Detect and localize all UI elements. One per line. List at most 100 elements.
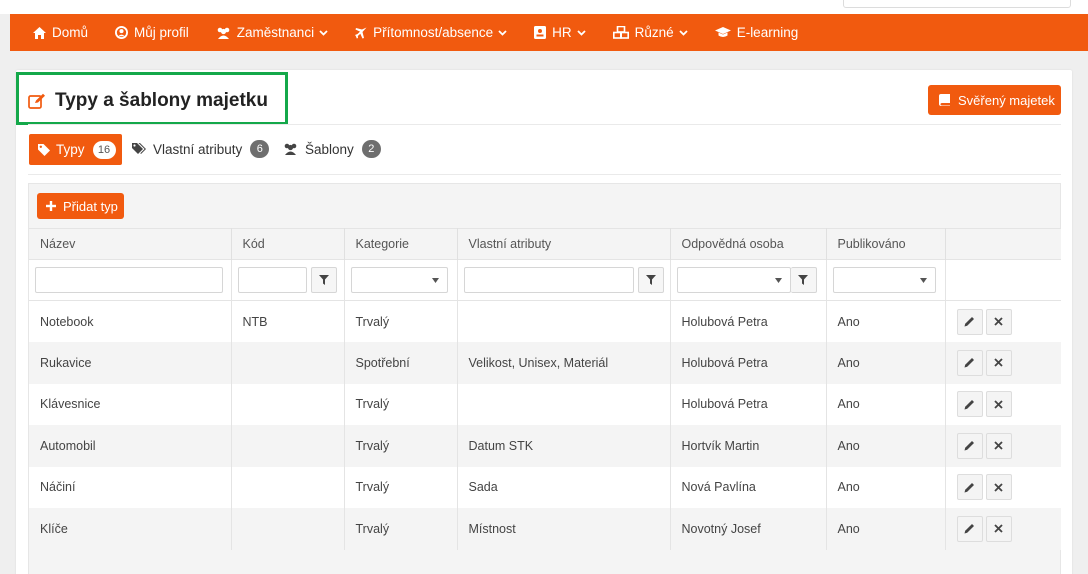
cell-name: Náčiní — [29, 466, 232, 508]
table-row: Klíče Trvalý Místnost Novotný Josef Ano — [29, 508, 1061, 550]
cell-code: NTB — [231, 300, 345, 342]
cell-actions — [945, 383, 1061, 425]
column-header-published[interactable]: Publikováno — [826, 228, 946, 260]
count-badge: 2 — [361, 140, 381, 158]
column-header-custom-attributes[interactable]: Vlastní atributy — [457, 228, 671, 260]
caret-down-icon — [774, 277, 782, 283]
chevron-down-icon — [679, 29, 688, 36]
add-type-button[interactable]: Přidat typ — [37, 193, 124, 219]
column-header-category[interactable]: Kategorie — [344, 228, 458, 260]
tag-icon — [38, 143, 50, 156]
nav-item-label: Můj profil — [134, 25, 189, 40]
delete-button[interactable] — [985, 391, 1012, 418]
cell-code — [231, 466, 345, 508]
nav-item-profile[interactable]: Můj profil — [115, 25, 189, 40]
tab-label: Typy — [56, 142, 85, 157]
nav-item-misc[interactable]: Různé — [612, 25, 688, 40]
nav-item-label: Domů — [52, 25, 89, 40]
filter-person-button[interactable] — [790, 267, 817, 293]
cell-name: Klíče — [29, 508, 232, 550]
edit-button[interactable] — [956, 432, 983, 459]
caret-down-icon — [431, 277, 439, 283]
table-row: Rukavice Spotřební Velikost, Unisex, Mater… — [29, 342, 1061, 384]
home-icon — [33, 26, 46, 39]
edit-button[interactable] — [956, 349, 983, 376]
delete-button[interactable] — [985, 515, 1012, 542]
filter-code-input[interactable] — [237, 267, 307, 293]
cell-published: Ano — [826, 425, 946, 467]
close-icon — [994, 483, 1003, 492]
entrusted-assets-button[interactable]: Svěřený majetek — [928, 85, 1061, 115]
pencil-icon — [964, 317, 974, 327]
pencil-icon — [964, 441, 974, 451]
nav-item-employees[interactable]: Zaměstnanci — [216, 25, 328, 40]
filter-icon — [318, 275, 329, 285]
edit-button[interactable] — [956, 308, 983, 335]
cell-published: Ano — [826, 300, 946, 342]
nav-item-label: Různé — [634, 25, 674, 40]
cell-code — [231, 508, 345, 550]
filter-attributes-input[interactable] — [463, 267, 634, 293]
delete-button[interactable] — [985, 474, 1012, 501]
filter-code-button[interactable] — [310, 267, 337, 293]
column-header-responsible-person[interactable]: Odpovědná osoba — [670, 228, 827, 260]
edit-icon — [28, 93, 45, 109]
delete-button[interactable] — [985, 308, 1012, 335]
page-title-text: Typy a šablony majetku — [55, 90, 268, 111]
cell-published: Ano — [826, 466, 946, 508]
count-badge: 6 — [250, 140, 270, 158]
nav-item-attendance[interactable]: Přítomnost/absence — [355, 25, 507, 40]
cell-name: Rukavice — [29, 342, 232, 384]
edit-button[interactable] — [956, 391, 983, 418]
cell-category: Spotřební — [344, 342, 458, 384]
cell-category: Trvalý — [344, 300, 458, 342]
filter-icon — [798, 275, 808, 285]
cell-published: Ano — [826, 508, 946, 550]
tab-types[interactable]: Typy 16 — [29, 134, 122, 165]
pencil-icon — [964, 482, 974, 493]
table-row: Notebook NTB Trvalý Holubová Petra Ano — [29, 300, 1061, 342]
filter-person-select[interactable] — [676, 267, 791, 293]
divider — [28, 124, 1061, 125]
cell-actions — [945, 425, 1061, 467]
cell-published: Ano — [826, 383, 946, 425]
chevron-down-icon — [498, 29, 507, 36]
close-icon — [994, 358, 1003, 367]
chevron-down-icon — [577, 29, 586, 36]
edit-button[interactable] — [956, 515, 983, 542]
cell-attributes — [457, 300, 671, 342]
cubes-icon — [612, 26, 629, 39]
close-icon — [994, 317, 1003, 326]
search-input[interactable] — [843, 0, 1071, 8]
cell-category: Trvalý — [344, 425, 458, 467]
filter-published-select[interactable] — [832, 267, 936, 293]
column-header-name[interactable]: Název — [29, 228, 232, 260]
cell-name: Klávesnice — [29, 383, 232, 425]
table-row: Náčiní Trvalý Sada Nová Pavlína Ano — [29, 466, 1061, 508]
filter-attributes-button[interactable] — [637, 267, 664, 293]
close-icon — [994, 524, 1003, 533]
tab-label: Vlastní atributy — [153, 141, 243, 157]
cell-actions — [945, 508, 1061, 550]
entrusted-assets-label: Svěřený majetek — [958, 92, 1055, 108]
delete-button[interactable] — [985, 432, 1012, 459]
nav-item-hr[interactable]: HR — [534, 25, 586, 40]
plane-icon — [355, 27, 367, 38]
nav-item-home[interactable]: Domů — [33, 25, 88, 40]
nav-item-elearning[interactable]: E-learning — [714, 25, 798, 40]
filter-category-select[interactable] — [350, 267, 448, 293]
close-icon — [994, 441, 1003, 450]
edit-button[interactable] — [956, 474, 983, 501]
delete-button[interactable] — [985, 349, 1012, 376]
column-header-actions — [945, 228, 1061, 260]
users-icon — [284, 143, 297, 155]
cell-attributes — [457, 383, 671, 425]
filter-name-input[interactable] — [35, 267, 223, 293]
table-row: Automobil Trvalý Datum STK Hortvík Martin An… — [29, 425, 1061, 467]
types-table: Název Kód Kategorie Vlastní atributy Odp… — [29, 228, 1061, 550]
tags-icon — [132, 143, 146, 154]
count-badge: 16 — [92, 140, 116, 159]
column-header-code[interactable]: Kód — [231, 228, 345, 260]
tab-custom-attributes[interactable]: Vlastní atributy 6 — [132, 140, 270, 158]
tab-templates[interactable]: Šablony 2 — [283, 140, 381, 158]
